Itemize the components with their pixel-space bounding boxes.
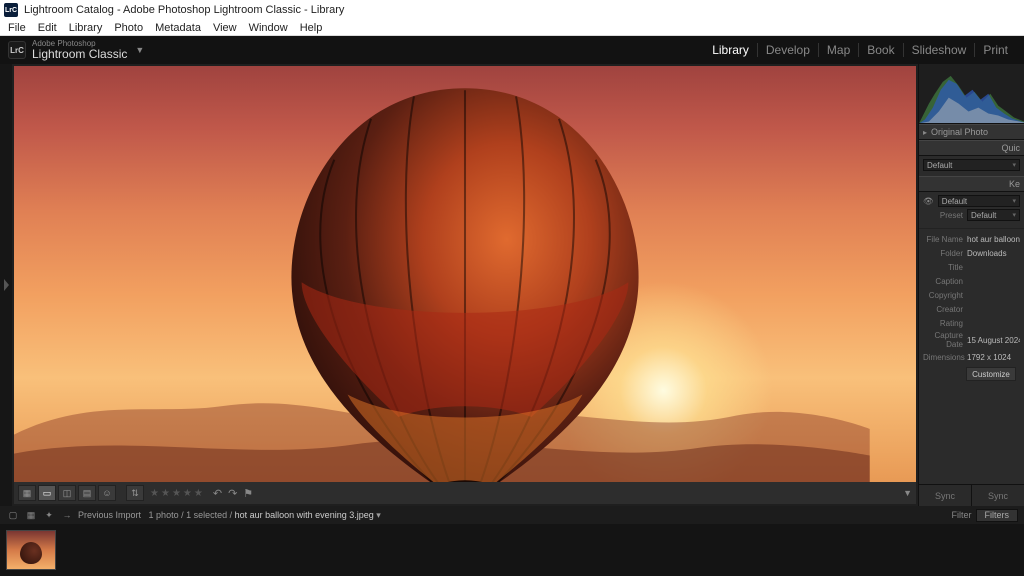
menu-file[interactable]: File: [2, 22, 32, 34]
filter-preset-dropdown[interactable]: Filters: [976, 509, 1019, 522]
image-canvas[interactable]: [14, 66, 916, 482]
original-photo-dropdown[interactable]: ▸Original Photo: [919, 124, 1024, 140]
menu-view[interactable]: View: [207, 22, 243, 34]
meta-folder-label: Folder: [923, 249, 967, 258]
module-map[interactable]: Map: [818, 43, 858, 57]
star-icon[interactable]: ★: [172, 488, 181, 499]
menu-metadata[interactable]: Metadata: [149, 22, 207, 34]
crumb-count: 1 photo / 1 selected: [149, 510, 228, 520]
brand-icon: LrC: [8, 41, 26, 59]
meta-folder-value[interactable]: Downloads: [967, 249, 1020, 258]
brand-big: Lightroom Classic: [32, 48, 127, 60]
meta-dimensions-label: Dimensions: [923, 353, 967, 362]
compare-view-button[interactable]: ◫: [58, 485, 76, 501]
identity-plate-dropdown-icon[interactable]: ▼: [135, 45, 144, 55]
menu-edit[interactable]: Edit: [32, 22, 63, 34]
window-menubar: File Edit Library Photo Metadata View Wi…: [0, 20, 1024, 36]
photo-preview: [14, 66, 916, 482]
meta-filename-label: File Name: [923, 235, 967, 244]
second-window-icon[interactable]: ▢: [6, 508, 20, 522]
meta-filename-value[interactable]: hot aur balloon wit 3.jpeg: [967, 235, 1020, 244]
customize-button[interactable]: Customize: [966, 367, 1016, 381]
quick-develop-label: Quic: [1001, 143, 1020, 153]
module-print[interactable]: Print: [974, 43, 1016, 57]
original-photo-label: Original Photo: [931, 127, 988, 137]
module-develop[interactable]: Develop: [757, 43, 818, 57]
eye-icon[interactable]: 👁: [923, 196, 934, 207]
image-toolbar: ▦ ▭ ◫ ▤ ☺ ⇅ ★★★★★ ↶ ↷ ⚑ ▼: [14, 482, 916, 504]
star-icon[interactable]: ★: [150, 488, 159, 499]
filmstrip-header: ▢ ▦ ✦ → Previous Import 1 photo / 1 sele…: [0, 506, 1024, 524]
preset-dropdown[interactable]: Default: [967, 209, 1020, 221]
window-title: Lightroom Catalog - Adobe Photoshop Ligh…: [24, 4, 344, 16]
keywording-label: Ke: [1009, 179, 1020, 189]
photo-balloon: [158, 78, 771, 482]
go-back-icon[interactable]: ✦: [42, 508, 56, 522]
histogram[interactable]: [919, 64, 1024, 124]
saved-preset-dropdown[interactable]: Default: [923, 159, 1020, 171]
module-picker: Library Develop Map Book Slideshow Print: [704, 36, 1016, 64]
meta-date-value[interactable]: 15 August 2024: [967, 336, 1020, 345]
window-titlebar: LrC Lightroom Catalog - Adobe Photoshop …: [0, 0, 1024, 20]
grid-filmstrip-icon[interactable]: ▦: [24, 508, 38, 522]
viewer: ▦ ▭ ◫ ▤ ☺ ⇅ ★★★★★ ↶ ↷ ⚑ ▼: [12, 64, 918, 506]
keywording-header[interactable]: Ke: [919, 176, 1024, 192]
go-forward-icon[interactable]: →: [60, 508, 74, 522]
flag-icon[interactable]: ⚑: [243, 487, 253, 500]
menu-library[interactable]: Library: [63, 22, 109, 34]
meta-copyright-label: Copyright: [923, 291, 967, 300]
rating-stars[interactable]: ★★★★★: [150, 488, 203, 499]
filter-label: Filter: [952, 510, 972, 520]
menu-window[interactable]: Window: [243, 22, 294, 34]
module-book[interactable]: Book: [858, 43, 902, 57]
metadata-set-dropdown[interactable]: Default: [938, 195, 1020, 207]
thumbnail[interactable]: [6, 530, 56, 570]
brand-text: Adobe Photoshop Lightroom Classic: [32, 40, 127, 60]
menu-photo[interactable]: Photo: [108, 22, 149, 34]
meta-dimensions-value: 1792 x 1024: [967, 353, 1020, 362]
sync-row: Sync Sync: [919, 484, 1024, 506]
quick-develop-header[interactable]: Quic: [919, 140, 1024, 156]
star-icon[interactable]: ★: [161, 488, 170, 499]
right-panel: ▸Original Photo Quic Default Ke 👁 Default…: [918, 64, 1024, 506]
menu-help[interactable]: Help: [294, 22, 329, 34]
module-slideshow[interactable]: Slideshow: [903, 43, 975, 57]
sort-direction-button[interactable]: ⇅: [126, 485, 144, 501]
app-header: LrC Adobe Photoshop Lightroom Classic ▼ …: [0, 36, 1024, 64]
module-library[interactable]: Library: [704, 43, 757, 57]
main-row: ▦ ▭ ◫ ▤ ☺ ⇅ ★★★★★ ↶ ↷ ⚑ ▼: [0, 64, 1024, 506]
toolbar-menu-icon[interactable]: ▼: [903, 488, 912, 498]
preset-field-label: Preset: [923, 211, 967, 220]
sync-settings-button[interactable]: Sync: [971, 485, 1024, 506]
filmstrip[interactable]: [0, 524, 1024, 576]
people-view-button[interactable]: ☺: [98, 485, 116, 501]
sync-metadata-button[interactable]: Sync: [919, 485, 971, 506]
meta-title-label: Title: [923, 263, 967, 272]
grid-view-button[interactable]: ▦: [18, 485, 36, 501]
meta-date-label: Capture Date: [923, 331, 967, 349]
meta-caption-label: Caption: [923, 277, 967, 286]
star-icon[interactable]: ★: [183, 488, 192, 499]
crumb-source: Previous Import: [78, 510, 141, 520]
survey-view-button[interactable]: ▤: [78, 485, 96, 501]
crumb-filename: hot aur balloon with evening 3.jpeg: [235, 510, 374, 520]
rotate-right-icon[interactable]: ↷: [228, 487, 237, 500]
loupe-view-button[interactable]: ▭: [38, 485, 56, 501]
breadcrumb[interactable]: Previous Import 1 photo / 1 selected / h…: [78, 510, 381, 521]
meta-rating-label: Rating: [923, 319, 967, 328]
app-icon: LrC: [4, 3, 18, 17]
rotate-left-icon[interactable]: ↶: [213, 487, 222, 500]
meta-creator-label: Creator: [923, 305, 967, 314]
star-icon[interactable]: ★: [194, 488, 203, 499]
left-panel-collapse-icon[interactable]: [0, 64, 12, 506]
app-root: LrC Adobe Photoshop Lightroom Classic ▼ …: [0, 36, 1024, 576]
